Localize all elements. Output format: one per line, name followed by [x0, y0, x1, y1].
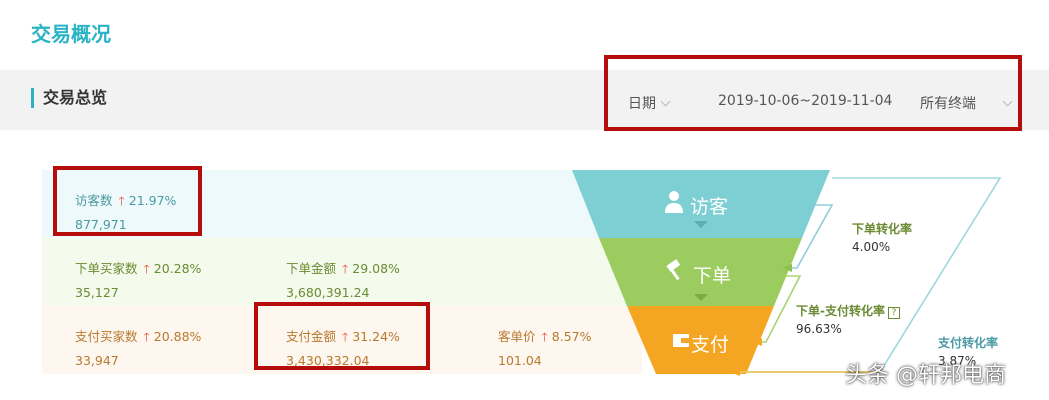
rate-order-conversion: 下单转化率 4.00%	[852, 220, 912, 254]
wallet-icon	[673, 334, 689, 347]
rate-order-pay-conversion: 下单-支付转化率? 96.63%	[796, 302, 900, 336]
help-icon[interactable]: ?	[887, 307, 900, 319]
funnel-stage-label: 下单	[693, 265, 732, 287]
watermark: 头条 @轩邦电商	[845, 363, 1006, 388]
conversion-funnel	[572, 170, 1002, 376]
rate-name: 下单-支付转化率	[796, 304, 885, 318]
rate-name: 支付转化率	[938, 336, 999, 350]
rate-value: 4.00%	[852, 240, 891, 254]
funnel-stage-label: 支付	[691, 334, 730, 356]
rate-name: 下单转化率	[852, 222, 913, 236]
rate-value: 96.63%	[796, 322, 842, 336]
funnel-stage-label: 访客	[690, 196, 729, 218]
